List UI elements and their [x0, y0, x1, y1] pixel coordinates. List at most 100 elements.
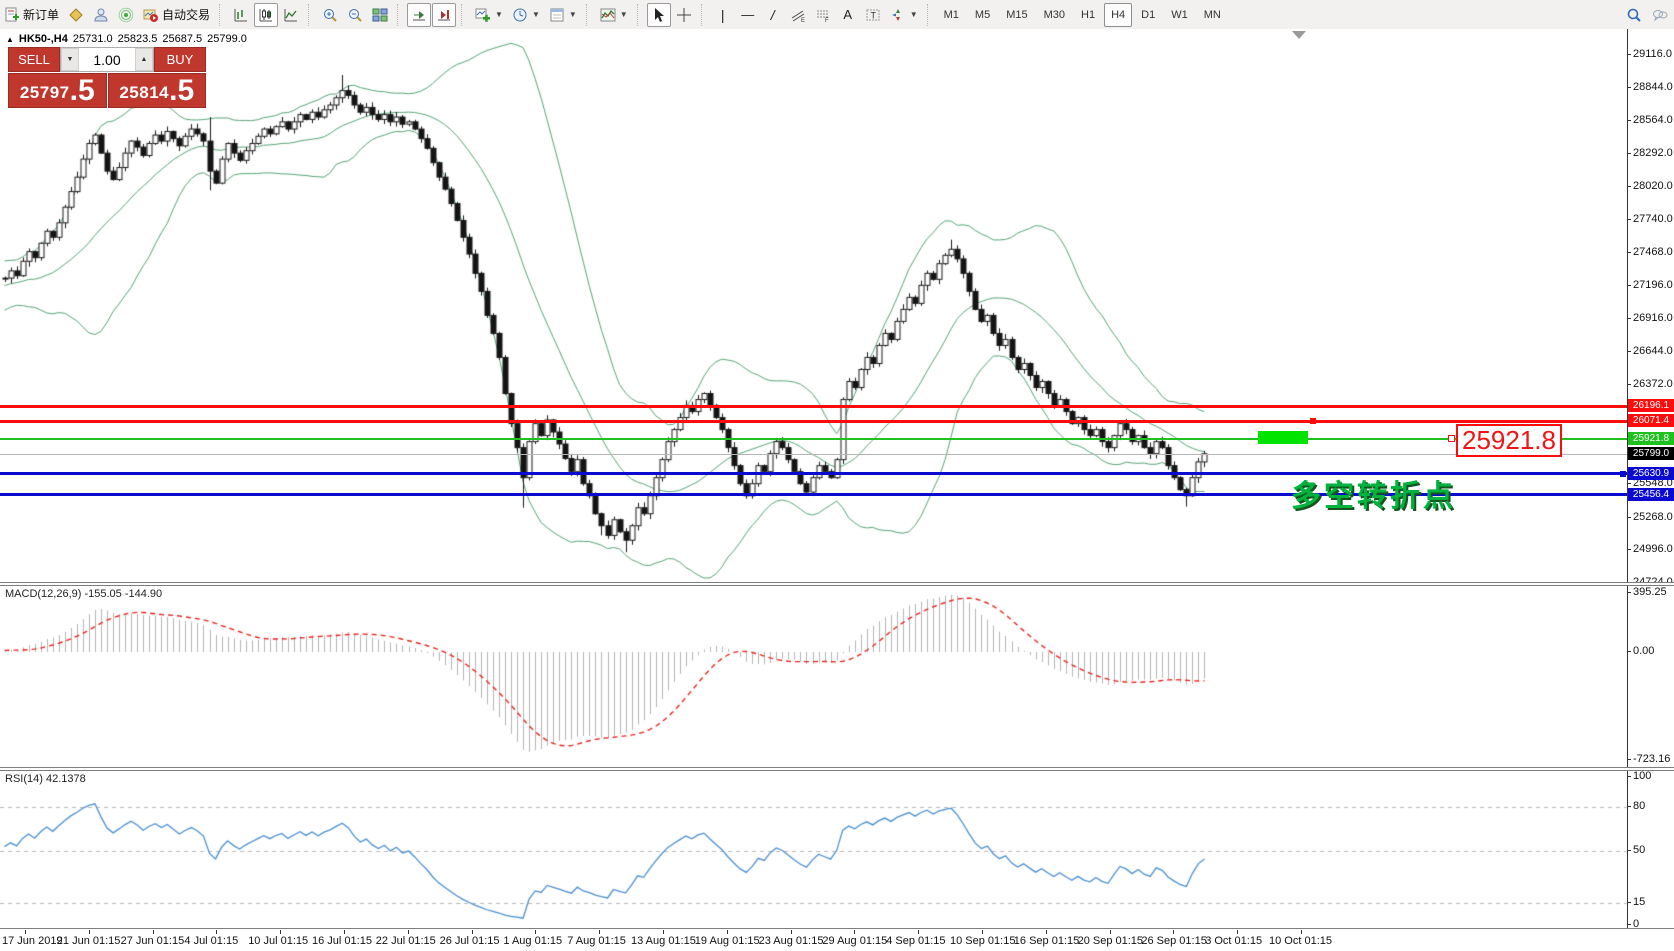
price-tick-label: 28564.0 — [1633, 114, 1674, 126]
time-tick-label: 4 Sep 01:15 — [886, 935, 945, 947]
macd-chart-canvas[interactable] — [0, 584, 1674, 769]
panel-divider[interactable] — [0, 582, 1674, 586]
sell-button[interactable]: SELL — [8, 47, 60, 72]
time-tick-mark — [599, 930, 600, 934]
time-tick-label: 4 Jul 01:15 — [184, 935, 238, 947]
collapse-icon[interactable]: ▲ — [6, 35, 14, 44]
fibonacci-icon: F — [815, 7, 831, 23]
timeframe-m1-button[interactable]: M1 — [937, 3, 966, 27]
search-icon[interactable] — [1626, 7, 1642, 23]
rsi-tick-label: 50 — [1633, 844, 1674, 856]
volume-increase-button[interactable]: ▲ — [135, 48, 153, 71]
volume-value[interactable]: 1.00 — [79, 48, 135, 71]
crosshair-button[interactable] — [672, 3, 696, 27]
new-chart-dropdown[interactable]: ▼ — [471, 3, 507, 27]
vertical-line-button[interactable]: | — [711, 3, 735, 27]
chart-shift-marker-icon[interactable] — [1292, 31, 1306, 39]
price-callout-box[interactable]: 25921.8 — [1456, 424, 1562, 457]
horizontal-line-object[interactable] — [0, 420, 1627, 423]
line-handle[interactable] — [1310, 418, 1316, 424]
time-tick-label: 16 Sep 01:15 — [1014, 935, 1079, 947]
text-label-button[interactable]: T — [861, 3, 885, 27]
new-order-icon — [4, 7, 20, 23]
line-anchor[interactable] — [1620, 471, 1626, 477]
cursor-icon — [651, 7, 667, 23]
arrows-dropdown[interactable]: ▼ — [886, 3, 922, 27]
horizontal-line-button[interactable]: — — [736, 3, 760, 27]
candlestick-chart-button[interactable] — [254, 3, 278, 27]
indicators-dropdown[interactable]: ▼ — [596, 3, 632, 27]
autotrading-button[interactable]: 自动交易 — [139, 3, 214, 27]
volume-decrease-button[interactable]: ▼ — [61, 48, 79, 71]
ohlc-close: 25799.0 — [207, 33, 247, 45]
chart-shift-button[interactable] — [432, 3, 456, 27]
fibonacci-button[interactable]: F — [811, 3, 835, 27]
one-click-trading-panel: SELL ▼ 1.00 ▲ BUY 25797.5 25814.5 — [8, 47, 206, 108]
rsi-chart-canvas[interactable] — [0, 769, 1674, 930]
highlight-rectangle[interactable] — [1258, 431, 1308, 444]
expert-advisors-button[interactable] — [89, 3, 113, 27]
bar-chart-icon — [233, 7, 249, 23]
tile-windows-button[interactable] — [368, 3, 392, 27]
chat-icon[interactable] — [1652, 7, 1668, 23]
timeframe-h1-button[interactable]: H1 — [1074, 3, 1102, 27]
timeframe-m30-button[interactable]: M30 — [1037, 3, 1072, 27]
price-line-badge: 25456.4 — [1628, 488, 1674, 501]
panel-divider[interactable] — [0, 767, 1674, 771]
autotrading-icon — [143, 7, 159, 23]
new-order-label: 新订单 — [23, 6, 59, 23]
time-tick-label: 21 Jun 01:15 — [57, 935, 121, 947]
time-tick-mark — [153, 930, 154, 934]
buy-button[interactable]: BUY — [154, 47, 206, 72]
equidistant-channel-button[interactable]: E — [786, 3, 810, 27]
periods-dropdown[interactable]: ▼ — [508, 3, 544, 27]
macd-tick-label: 0.00 — [1633, 645, 1674, 657]
trendline-icon: / — [771, 7, 775, 23]
price-tick-label: 26372.0 — [1633, 378, 1674, 390]
time-tick-mark — [25, 930, 26, 934]
timeframe-h4-button[interactable]: H4 — [1104, 3, 1132, 27]
templates-dropdown[interactable]: ▼ — [545, 3, 581, 27]
horizontal-line-object[interactable] — [0, 438, 1627, 440]
dropdown-arrow-icon: ▼ — [910, 10, 918, 19]
signals-button[interactable] — [114, 3, 138, 27]
price-line-badge: 25630.9 — [1628, 467, 1674, 480]
time-tick-mark — [918, 930, 919, 934]
metaquotes-language-button[interactable] — [64, 3, 88, 27]
toolbar-separator — [397, 4, 404, 26]
timeframe-m15-button[interactable]: M15 — [999, 3, 1034, 27]
timeframe-d1-button[interactable]: D1 — [1134, 3, 1162, 27]
templates-icon — [549, 7, 565, 23]
timeframe-mn-button[interactable]: MN — [1197, 3, 1228, 27]
ohlc-high: 25823.5 — [118, 33, 158, 45]
trendline-button[interactable]: / — [761, 3, 785, 27]
buy-price[interactable]: 25814.5 — [108, 73, 207, 108]
auto-scroll-button[interactable] — [407, 3, 431, 27]
time-tick-mark — [472, 930, 473, 934]
volume-spinner: ▼ 1.00 ▲ — [60, 47, 154, 72]
zoom-out-button[interactable] — [343, 3, 367, 27]
turning-point-annotation[interactable]: 多空转折点 — [1291, 471, 1456, 515]
dropdown-arrow-icon: ▼ — [569, 10, 577, 19]
time-tick-label: 3 Oct 01:15 — [1205, 935, 1262, 947]
new-order-button[interactable]: 新订单 — [0, 3, 63, 27]
time-tick-mark — [663, 930, 664, 934]
timeframe-m5-button[interactable]: M5 — [968, 3, 997, 27]
horizontal-line-object[interactable] — [0, 405, 1627, 408]
macd-value2: -144.90 — [125, 588, 162, 600]
time-tick-mark — [408, 930, 409, 934]
time-tick-mark — [727, 930, 728, 934]
line-chart-button[interactable] — [279, 3, 303, 27]
text-button[interactable]: A — [836, 3, 860, 27]
time-tick-label: 10 Jul 01:15 — [248, 935, 308, 947]
macd-tick-label: 395.25 — [1633, 586, 1674, 598]
bar-chart-button[interactable] — [229, 3, 253, 27]
mt4-window: 新订单 自动交易 — [0, 0, 1674, 951]
sell-price[interactable]: 25797.5 — [8, 73, 107, 108]
zoom-in-button[interactable] — [318, 3, 342, 27]
timeframe-w1-button[interactable]: W1 — [1164, 3, 1195, 27]
cursor-button[interactable] — [647, 3, 671, 27]
time-tick-label: 17 Jun 2019 — [2, 935, 63, 947]
line-handle[interactable] — [1448, 435, 1455, 442]
time-tick-mark — [791, 930, 792, 934]
